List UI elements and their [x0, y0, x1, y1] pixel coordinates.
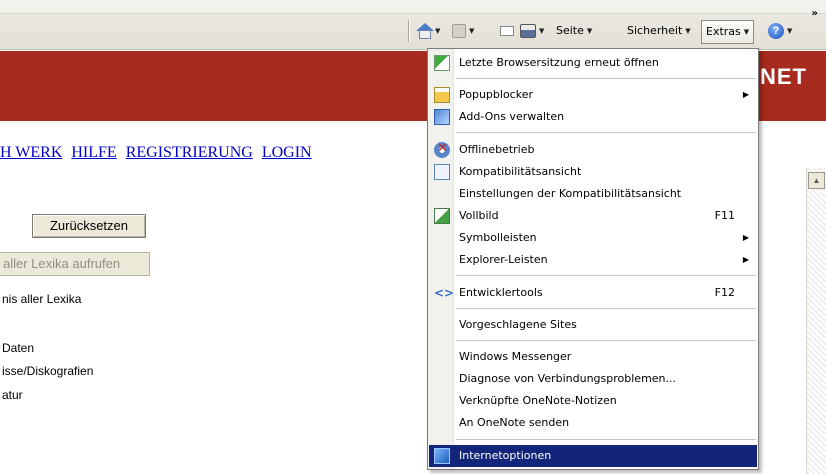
extras-menu-label: Extras [706, 25, 741, 38]
menu-separator [456, 78, 756, 79]
extras-menu-button[interactable]: Extras ▼ [701, 20, 755, 44]
vertical-scrollbar[interactable] [806, 168, 826, 474]
printer-icon [520, 24, 536, 38]
history-icon [434, 55, 450, 71]
chevron-down-icon: ▼ [685, 27, 691, 35]
chevron-down-icon: ▼ [469, 27, 475, 35]
menu-item-label: Kompatibilitätsansicht [459, 165, 582, 178]
scroll-up-button[interactable]: ▲ [808, 172, 825, 189]
compatibility-icon [434, 164, 450, 180]
menu-item-compatibility-settings[interactable]: Einstellungen der Kompatibilitätsansicht [429, 183, 757, 205]
home-button[interactable]: ▼ [416, 20, 440, 42]
reset-button[interactable]: Zurücksetzen [32, 214, 146, 238]
menu-item-label: Explorer-Leisten [459, 253, 548, 266]
toolbar-overflow-chevron[interactable]: » [812, 8, 818, 19]
menu-separator [456, 308, 756, 309]
menu-item-label: An OneNote senden [459, 416, 570, 429]
help-button[interactable]: ? ▼ [768, 20, 792, 42]
menu-separator [456, 439, 756, 440]
menu-item-explorer-bars[interactable]: Explorer-Leisten ▶ [429, 249, 757, 271]
page-text-line: atur [2, 388, 23, 402]
page-text-line: nis aller Lexika [2, 292, 82, 306]
chevron-down-icon: ▼ [743, 28, 750, 36]
page-text-line: Daten [2, 341, 35, 355]
menu-separator [456, 132, 756, 133]
submenu-arrow-icon: ▶ [742, 90, 749, 99]
menu-item-label: Letzte Browsersitzung erneut öffnen [459, 56, 659, 69]
menu-item-linked-onenote-notes[interactable]: Verknüpfte OneNote-Notizen [429, 390, 757, 412]
mail-icon [500, 26, 514, 36]
extras-dropdown-menu: Letzte Browsersitzung erneut öffnen Popu… [427, 48, 759, 470]
menu-item-label: Windows Messenger [459, 350, 572, 363]
addons-icon [434, 109, 450, 125]
command-bar: ▼ ▼ ▼ Seite ▼ Sicherheit ▼ Extras ▼ ? ▼ … [0, 0, 826, 50]
fullscreen-icon [434, 208, 450, 224]
security-menu-label: Sicherheit [627, 24, 683, 37]
menu-separator [456, 340, 756, 341]
menu-item-shortcut: F11 [714, 209, 735, 222]
menu-item-manage-addons[interactable]: Add-Ons verwalten [429, 106, 757, 128]
menu-item-shortcut: F12 [714, 286, 735, 299]
menu-item-label: Internetoptionen [459, 449, 552, 462]
chevron-down-icon: ▼ [539, 27, 545, 35]
menu-item-internet-options[interactable]: Internetoptionen [429, 445, 757, 467]
rss-feed-icon [452, 24, 466, 38]
menu-item-suggested-sites[interactable]: Vorgeschlagene Sites [429, 314, 757, 336]
page-menu-button[interactable]: Seite ▼ [556, 20, 592, 42]
home-icon [416, 23, 434, 39]
menu-item-offline[interactable]: Offlinebetrieb [429, 138, 757, 161]
internet-options-icon [434, 448, 450, 464]
menu-item-label: Offlinebetrieb [459, 143, 535, 156]
menu-item-label: Add-Ons verwalten [459, 110, 565, 123]
menu-item-compatibility-view[interactable]: Kompatibilitätsansicht [429, 161, 757, 183]
menu-item-label: Symbolleisten [459, 231, 537, 244]
site-logo-text: NET [760, 64, 807, 89]
nav-link-registrierung[interactable]: REGISTRIERUNG [126, 144, 253, 161]
menu-item-reopen-session[interactable]: Letzte Browsersitzung erneut öffnen [429, 52, 757, 74]
feeds-button[interactable]: ▼ [452, 20, 474, 42]
all-lexika-button[interactable]: aller Lexika aufrufen [0, 252, 150, 276]
menu-item-label: Vorgeschlagene Sites [459, 318, 577, 331]
menu-item-developer-tools[interactable]: <> Entwicklertools F12 [429, 282, 757, 304]
menu-item-label: Vollbild [459, 209, 499, 222]
toolbar-top-strip [0, 0, 826, 14]
popup-blocker-icon [434, 87, 450, 103]
menu-item-label: Verknüpfte OneNote-Notizen [459, 394, 617, 407]
menu-item-fullscreen[interactable]: Vollbild F11 [429, 205, 757, 227]
menu-separator [456, 275, 756, 276]
security-menu-button[interactable]: Sicherheit ▼ [627, 20, 691, 42]
menu-item-label: Einstellungen der Kompatibilitätsansicht [459, 187, 682, 200]
help-icon: ? [768, 23, 784, 39]
toolbar-separator [408, 20, 409, 42]
menu-item-connection-diagnosis[interactable]: Diagnose von Verbindungsproblemen... [429, 368, 757, 390]
page-text-line: isse/Diskografien [2, 364, 94, 378]
mail-button[interactable] [500, 20, 514, 42]
menu-item-toolbars[interactable]: Symbolleisten ▶ [429, 227, 757, 249]
page-menu-label: Seite [556, 24, 584, 37]
offline-icon [434, 138, 450, 160]
chevron-down-icon: ▼ [586, 27, 593, 35]
menu-item-label: Popupblocker [459, 88, 533, 101]
menu-item-label: Diagnose von Verbindungsproblemen... [459, 372, 677, 385]
menu-item-label: Entwicklertools [459, 286, 543, 299]
developer-tools-icon: <> [434, 286, 455, 300]
nav-link-login[interactable]: LOGIN [262, 144, 312, 161]
chevron-down-icon: ▼ [435, 27, 441, 35]
menu-item-popupblocker[interactable]: Popupblocker ▶ [429, 84, 757, 106]
nav-link-hilfe[interactable]: HILFE [71, 144, 116, 161]
menu-item-send-to-onenote[interactable]: An OneNote senden [429, 412, 757, 434]
chevron-down-icon: ▼ [787, 27, 793, 35]
submenu-arrow-icon: ▶ [742, 233, 749, 242]
site-navigation: H WERK HILFE REGISTRIERUNG LOGIN [0, 144, 317, 162]
menu-item-windows-messenger[interactable]: Windows Messenger [429, 346, 757, 368]
nav-link-werk[interactable]: H WERK [0, 144, 62, 161]
print-button[interactable]: ▼ [520, 20, 544, 42]
submenu-arrow-icon: ▶ [742, 255, 749, 264]
